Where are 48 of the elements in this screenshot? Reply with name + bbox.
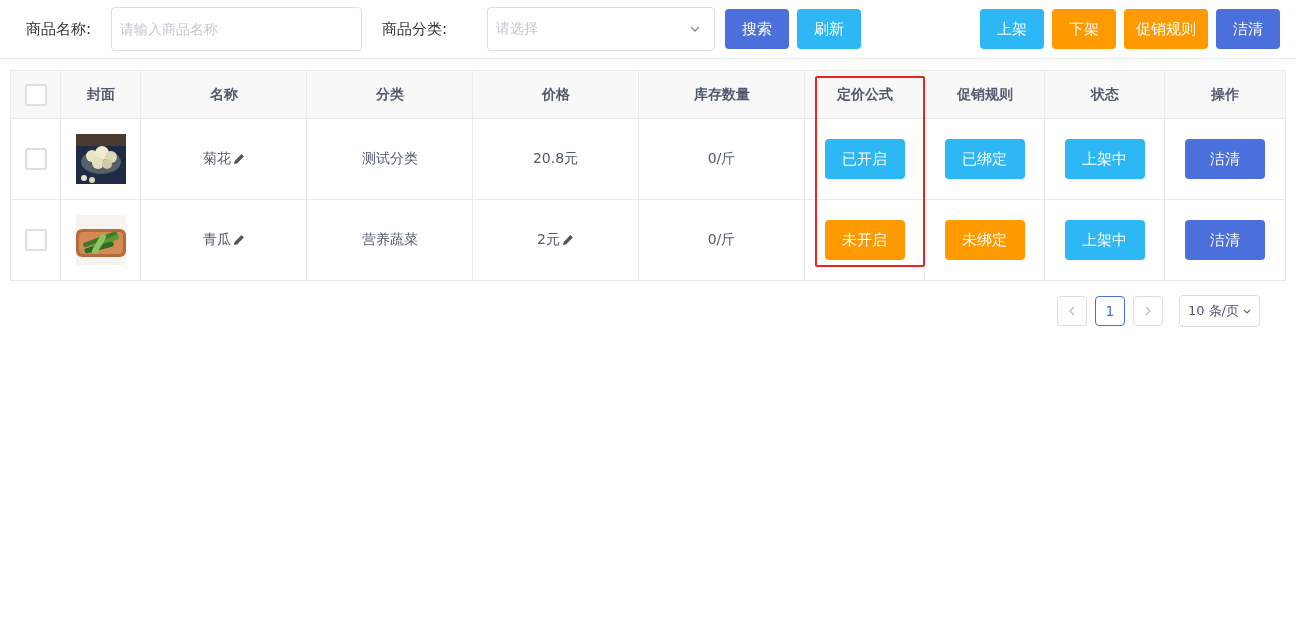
column-header: 名称 [209,85,238,104]
action-button[interactable]: 洁清 [1216,9,1280,49]
filter-label: 商品名称: [26,19,92,39]
column-header: 价格 [541,85,570,104]
chevron-down-icon [690,26,701,32]
column-header: 状态 [1090,85,1119,104]
row-checkbox[interactable] [24,148,47,170]
column-header: 封面 [86,85,115,104]
promotion-button[interactable]: 未绑定 [944,220,1025,260]
product-name: 菊花 [202,150,231,168]
price-text: 20.8元 [532,150,579,168]
column-header: 促销规则 [956,85,1013,104]
category-text: 营养蔬菜 [361,231,418,249]
filter-label: 商品分类: [382,19,448,39]
chevron-right-icon [1144,306,1151,316]
chevron-left-icon [1068,306,1075,316]
formula-button[interactable]: 已开启 [824,139,905,179]
clear-button[interactable]: 洁清 [1185,139,1265,179]
input-field[interactable]: 请输入商品名称 [111,7,363,51]
formula-button[interactable]: 未开启 [824,220,905,260]
product-name: 青瓜 [202,231,231,249]
pencil-icon[interactable] [232,153,245,165]
column-header: 操作 [1211,85,1239,104]
status-button[interactable]: 上架中 [1064,139,1145,179]
action-button[interactable]: 下架 [1052,9,1116,49]
toolbar-button[interactable]: 搜索 [725,9,790,49]
action-button[interactable]: 促销规则 [1124,9,1208,49]
stock-text: 0/斤 [707,231,736,249]
select-all-checkbox[interactable] [24,83,47,106]
toolbar-button[interactable]: 刷新 [797,9,862,49]
category-text: 测试分类 [361,150,418,168]
clear-button[interactable]: 洁清 [1185,220,1265,260]
page-button[interactable]: 1 [1094,296,1125,326]
stock-text: 0/斤 [707,150,736,168]
page-size-select[interactable]: 10 条/页 [1178,295,1260,327]
pencil-icon[interactable] [561,234,574,246]
pencil-icon[interactable] [232,234,245,246]
chevron-down-icon [1243,308,1251,314]
next-page-button[interactable] [1132,296,1163,326]
status-button[interactable]: 上架中 [1064,220,1145,260]
column-header: 库存数量 [693,85,750,104]
row-checkbox[interactable] [24,229,47,251]
action-button[interactable]: 上架 [980,9,1044,49]
previous-page-button[interactable] [1056,296,1087,326]
promotion-button[interactable]: 已绑定 [944,139,1025,179]
column-header: 定价公式 [836,85,893,104]
price-text: 2元 [537,231,560,249]
column-header: 分类 [375,85,404,104]
